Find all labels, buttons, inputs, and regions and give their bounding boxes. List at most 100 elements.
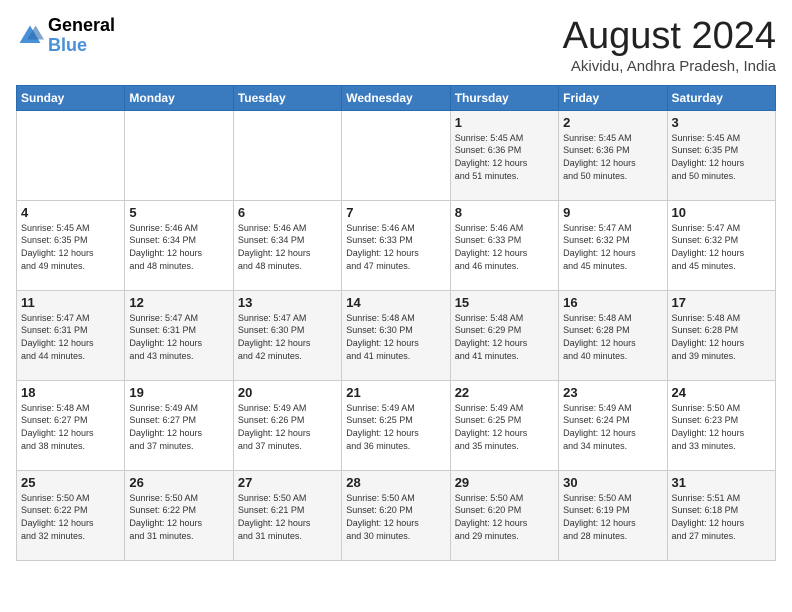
- calendar-cell: 17 Sunrise: 5:48 AM Sunset: 6:28 PM Dayli…: [667, 290, 775, 380]
- day-number: 2: [563, 115, 662, 130]
- day-number: 3: [672, 115, 771, 130]
- day-number: 17: [672, 295, 771, 310]
- calendar-cell: 10 Sunrise: 5:47 AM Sunset: 6:32 PM Dayli…: [667, 200, 775, 290]
- day-info: Sunrise: 5:47 AM Sunset: 6:32 PM Dayligh…: [563, 222, 662, 272]
- calendar-cell: 8 Sunrise: 5:46 AM Sunset: 6:33 PM Daylig…: [450, 200, 558, 290]
- day-number: 28: [346, 475, 445, 490]
- week-row-1: 1 Sunrise: 5:45 AM Sunset: 6:36 PM Daylig…: [17, 110, 776, 200]
- week-row-4: 18 Sunrise: 5:48 AM Sunset: 6:27 PM Dayli…: [17, 380, 776, 470]
- calendar-cell: 18 Sunrise: 5:48 AM Sunset: 6:27 PM Dayli…: [17, 380, 125, 470]
- day-info: Sunrise: 5:49 AM Sunset: 6:27 PM Dayligh…: [129, 402, 228, 452]
- day-number: 19: [129, 385, 228, 400]
- day-number: 25: [21, 475, 120, 490]
- calendar-cell: 29 Sunrise: 5:50 AM Sunset: 6:20 PM Dayli…: [450, 470, 558, 560]
- calendar-cell: 27 Sunrise: 5:50 AM Sunset: 6:21 PM Dayli…: [233, 470, 341, 560]
- calendar-cell: 9 Sunrise: 5:47 AM Sunset: 6:32 PM Daylig…: [559, 200, 667, 290]
- day-info: Sunrise: 5:49 AM Sunset: 6:25 PM Dayligh…: [346, 402, 445, 452]
- day-number: 22: [455, 385, 554, 400]
- day-number: 24: [672, 385, 771, 400]
- day-number: 14: [346, 295, 445, 310]
- day-number: 9: [563, 205, 662, 220]
- calendar-subtitle: Akividu, Andhra Pradesh, India: [563, 58, 776, 75]
- calendar-cell: 21 Sunrise: 5:49 AM Sunset: 6:25 PM Dayli…: [342, 380, 450, 470]
- header-day-saturday: Saturday: [667, 85, 775, 110]
- day-number: 26: [129, 475, 228, 490]
- calendar-cell: [342, 110, 450, 200]
- day-number: 21: [346, 385, 445, 400]
- title-area: August 2024 Akividu, Andhra Pradesh, Ind…: [563, 16, 776, 75]
- day-number: 16: [563, 295, 662, 310]
- day-info: Sunrise: 5:50 AM Sunset: 6:19 PM Dayligh…: [563, 492, 662, 542]
- calendar-body: 1 Sunrise: 5:45 AM Sunset: 6:36 PM Daylig…: [17, 110, 776, 560]
- calendar-cell: 12Sunrise: 5:47 AM Sunset: 6:31 PM Dayli…: [125, 290, 233, 380]
- header-day-friday: Friday: [559, 85, 667, 110]
- day-number: 6: [238, 205, 337, 220]
- day-info: Sunrise: 5:48 AM Sunset: 6:30 PM Dayligh…: [346, 312, 445, 362]
- day-info: Sunrise: 5:46 AM Sunset: 6:33 PM Dayligh…: [455, 222, 554, 272]
- day-number: 7: [346, 205, 445, 220]
- day-number: 1: [455, 115, 554, 130]
- day-info: Sunrise: 5:49 AM Sunset: 6:26 PM Dayligh…: [238, 402, 337, 452]
- calendar-cell: 24 Sunrise: 5:50 AM Sunset: 6:23 PM Dayli…: [667, 380, 775, 470]
- day-info: Sunrise: 5:49 AM Sunset: 6:24 PM Dayligh…: [563, 402, 662, 452]
- week-row-5: 25 Sunrise: 5:50 AM Sunset: 6:22 PM Dayli…: [17, 470, 776, 560]
- calendar-cell: [233, 110, 341, 200]
- day-info: Sunrise: 5:51 AM Sunset: 6:18 PM Dayligh…: [672, 492, 771, 542]
- week-row-2: 4 Sunrise: 5:45 AM Sunset: 6:35 PM Daylig…: [17, 200, 776, 290]
- day-info: Sunrise: 5:45 AM Sunset: 6:36 PM Dayligh…: [563, 132, 662, 182]
- calendar-cell: 22 Sunrise: 5:49 AM Sunset: 6:25 PM Dayli…: [450, 380, 558, 470]
- header-day-sunday: Sunday: [17, 85, 125, 110]
- day-info: Sunrise: 5:50 AM Sunset: 6:21 PM Dayligh…: [238, 492, 337, 542]
- day-info: Sunrise: 5:50 AM Sunset: 6:22 PM Dayligh…: [129, 492, 228, 542]
- day-number: 27: [238, 475, 337, 490]
- logo: GeneralBlue: [16, 16, 115, 56]
- logo-text: GeneralBlue: [48, 16, 115, 56]
- calendar-cell: 3Sunrise: 5:45 AM Sunset: 6:35 PM Daylig…: [667, 110, 775, 200]
- calendar-cell: 26 Sunrise: 5:50 AM Sunset: 6:22 PM Dayli…: [125, 470, 233, 560]
- day-number: 10: [672, 205, 771, 220]
- calendar-cell: 20Sunrise: 5:49 AM Sunset: 6:26 PM Dayli…: [233, 380, 341, 470]
- header-day-wednesday: Wednesday: [342, 85, 450, 110]
- day-info: Sunrise: 5:50 AM Sunset: 6:20 PM Dayligh…: [346, 492, 445, 542]
- calendar-cell: 31Sunrise: 5:51 AM Sunset: 6:18 PM Dayli…: [667, 470, 775, 560]
- calendar-cell: 28 Sunrise: 5:50 AM Sunset: 6:20 PM Dayli…: [342, 470, 450, 560]
- day-info: Sunrise: 5:47 AM Sunset: 6:32 PM Dayligh…: [672, 222, 771, 272]
- day-info: Sunrise: 5:50 AM Sunset: 6:23 PM Dayligh…: [672, 402, 771, 452]
- day-number: 18: [21, 385, 120, 400]
- calendar-cell: 13Sunrise: 5:47 AM Sunset: 6:30 PM Dayli…: [233, 290, 341, 380]
- day-info: Sunrise: 5:49 AM Sunset: 6:25 PM Dayligh…: [455, 402, 554, 452]
- day-info: Sunrise: 5:46 AM Sunset: 6:33 PM Dayligh…: [346, 222, 445, 272]
- header-day-tuesday: Tuesday: [233, 85, 341, 110]
- calendar-cell: 11Sunrise: 5:47 AM Sunset: 6:31 PM Dayli…: [17, 290, 125, 380]
- day-info: Sunrise: 5:46 AM Sunset: 6:34 PM Dayligh…: [129, 222, 228, 272]
- header-day-thursday: Thursday: [450, 85, 558, 110]
- day-info: Sunrise: 5:48 AM Sunset: 6:27 PM Dayligh…: [21, 402, 120, 452]
- day-number: 23: [563, 385, 662, 400]
- day-info: Sunrise: 5:48 AM Sunset: 6:28 PM Dayligh…: [672, 312, 771, 362]
- logo-icon: [16, 22, 44, 50]
- day-number: 4: [21, 205, 120, 220]
- day-number: 29: [455, 475, 554, 490]
- header: GeneralBlue August 2024 Akividu, Andhra …: [16, 16, 776, 75]
- day-number: 13: [238, 295, 337, 310]
- header-row: SundayMondayTuesdayWednesdayThursdayFrid…: [17, 85, 776, 110]
- calendar-cell: 23 Sunrise: 5:49 AM Sunset: 6:24 PM Dayli…: [559, 380, 667, 470]
- day-number: 8: [455, 205, 554, 220]
- day-number: 11: [21, 295, 120, 310]
- day-info: Sunrise: 5:50 AM Sunset: 6:22 PM Dayligh…: [21, 492, 120, 542]
- day-info: Sunrise: 5:48 AM Sunset: 6:28 PM Dayligh…: [563, 312, 662, 362]
- week-row-3: 11Sunrise: 5:47 AM Sunset: 6:31 PM Dayli…: [17, 290, 776, 380]
- calendar-cell: [125, 110, 233, 200]
- day-info: Sunrise: 5:48 AM Sunset: 6:29 PM Dayligh…: [455, 312, 554, 362]
- day-number: 12: [129, 295, 228, 310]
- day-info: Sunrise: 5:45 AM Sunset: 6:35 PM Dayligh…: [21, 222, 120, 272]
- calendar-cell: 15Sunrise: 5:48 AM Sunset: 6:29 PM Dayli…: [450, 290, 558, 380]
- calendar-cell: 7 Sunrise: 5:46 AM Sunset: 6:33 PM Daylig…: [342, 200, 450, 290]
- calendar-cell: 2 Sunrise: 5:45 AM Sunset: 6:36 PM Daylig…: [559, 110, 667, 200]
- calendar-cell: 5Sunrise: 5:46 AM Sunset: 6:34 PM Daylig…: [125, 200, 233, 290]
- calendar-header: SundayMondayTuesdayWednesdayThursdayFrid…: [17, 85, 776, 110]
- day-info: Sunrise: 5:45 AM Sunset: 6:36 PM Dayligh…: [455, 132, 554, 182]
- day-info: Sunrise: 5:50 AM Sunset: 6:20 PM Dayligh…: [455, 492, 554, 542]
- calendar-cell: 1 Sunrise: 5:45 AM Sunset: 6:36 PM Daylig…: [450, 110, 558, 200]
- calendar-cell: 4 Sunrise: 5:45 AM Sunset: 6:35 PM Daylig…: [17, 200, 125, 290]
